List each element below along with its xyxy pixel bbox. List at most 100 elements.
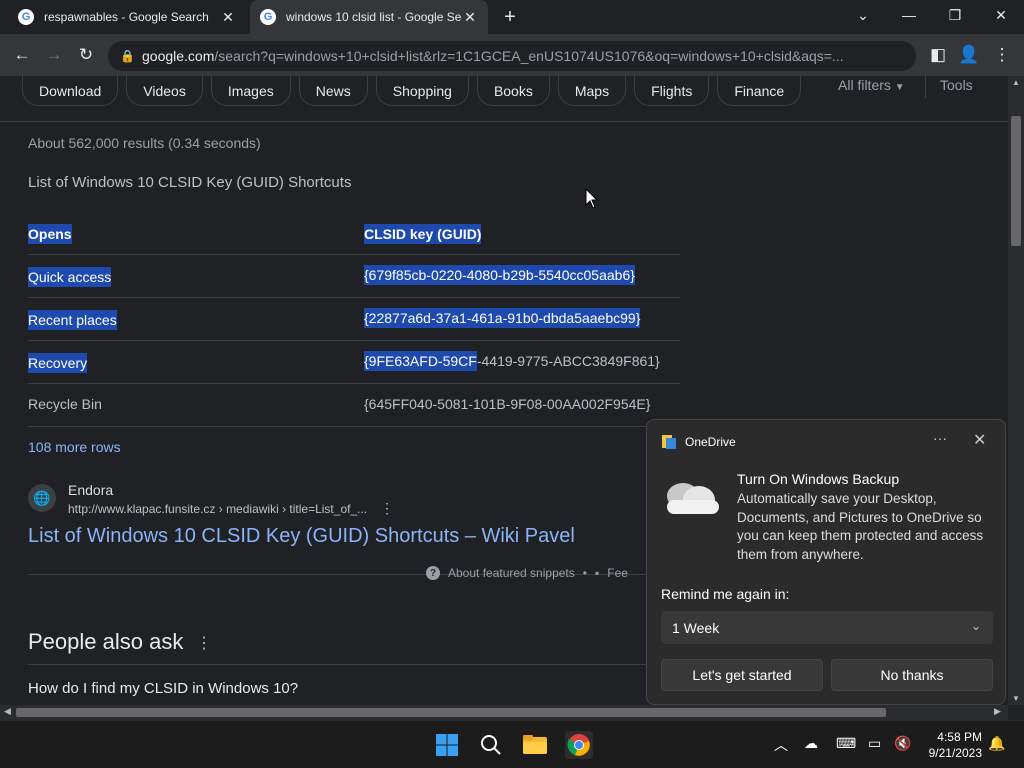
about-featured-snippets[interactable]: ? About featured snippets • ▪ Fee [426, 566, 628, 580]
paa-question[interactable]: How do I find my CLSID in Windows 10? [28, 680, 298, 697]
lets-get-started-button[interactable]: Let's get started [661, 659, 823, 691]
close-icon[interactable]: ✕ [973, 430, 986, 450]
result-title-link[interactable]: List of Windows 10 CLSID Key (GUID) Shor… [28, 525, 575, 548]
notification-title: Turn On Windows Backup [737, 471, 900, 487]
table-cell-guid: {9FE63AFD-59CF-4419-9775-ABCC3849F861} [364, 351, 660, 371]
chip-finance[interactable]: Finance [717, 76, 802, 106]
cloud-icon [667, 483, 719, 514]
chip-news[interactable]: News [298, 76, 368, 106]
google-g-icon: G [18, 9, 34, 25]
windows-start-icon[interactable] [433, 731, 461, 759]
scroll-right-icon[interactable]: ▶ [994, 706, 1001, 717]
all-filters-label: All filters [838, 77, 891, 93]
table-cell-guid: {22877a6d-37a1-461a-91b0-dbda5aaebc99} [364, 308, 641, 328]
table-cell-guid: {679f85cb-0220-4080-b29b-5540cc05aab6} [364, 265, 635, 285]
close-tab-icon[interactable]: ✕ [220, 9, 236, 26]
divider [0, 121, 1008, 122]
address-bar[interactable]: 🔒 google.com/search?q=windows+10+clsid+l… [108, 41, 916, 71]
tab-windows-clsid[interactable]: G windows 10 clsid list - Google Search … [250, 0, 488, 34]
notification-body: Automatically save your Desktop, Documen… [737, 491, 984, 562]
file-explorer-icon[interactable] [521, 731, 549, 759]
onedrive-notification: OneDrive ··· ✕ Turn On Windows Backup Au… [646, 419, 1006, 705]
tab-title: respawnables - Google Search [44, 10, 209, 24]
table-row: Recovery {9FE63AFD-59CF-4419-9775-ABCC38… [28, 341, 680, 384]
source-url[interactable]: http://www.klapac.funsite.cz › mediawiki… [68, 502, 367, 516]
chip-images[interactable]: Images [210, 76, 291, 106]
table-row: Recycle Bin {645FF040-5081-101B-9F08-00A… [28, 384, 680, 427]
chip-maps[interactable]: Maps [557, 76, 627, 106]
side-panel-icon[interactable]: ◧ [926, 43, 950, 67]
vertical-scroll-thumb[interactable] [1011, 116, 1021, 246]
table-header-row: Opens CLSID key (GUID) [28, 212, 680, 255]
table-cell-opens: Recovery [28, 353, 88, 373]
paa-menu-icon[interactable]: ⋮ [196, 633, 212, 653]
chip-videos[interactable]: Videos [126, 76, 203, 106]
chrome-taskbar-icon[interactable] [565, 731, 593, 759]
onedrive-tray-icon[interactable]: ☁ [804, 735, 818, 752]
chevron-down-icon: ⌄ [970, 619, 981, 633]
forward-button[interactable]: → [42, 43, 66, 67]
clock-date: 9/21/2023 [928, 746, 982, 760]
all-filters-button[interactable]: All filters ▼ [838, 77, 905, 93]
url-domain: google.com [142, 48, 215, 64]
google-g-icon: G [260, 9, 276, 25]
help-icon: ? [426, 566, 440, 580]
feedback-icon[interactable]: ▪ [595, 566, 599, 580]
back-button[interactable]: ← [10, 43, 34, 67]
filter-chips: Download Videos Images News Shopping Boo… [22, 76, 802, 106]
close-tab-icon[interactable]: ✕ [462, 9, 478, 26]
network-icon[interactable]: ▭ [868, 735, 881, 752]
more-options-icon[interactable]: ··· [933, 430, 947, 446]
chip-shopping[interactable]: Shopping [375, 76, 469, 106]
close-window-button[interactable]: ✕ [978, 0, 1024, 30]
tab-search-chevron-icon[interactable]: ⌄ [840, 0, 886, 30]
scroll-up-icon[interactable]: ▲ [1011, 78, 1021, 87]
tab-bar: G respawnables - Google Search ✕ G windo… [0, 0, 1024, 34]
no-thanks-button[interactable]: No thanks [831, 659, 993, 691]
notification-app-name: OneDrive [685, 435, 736, 449]
feedback-label[interactable]: Fee [607, 566, 628, 580]
source-site-name: Endora [68, 482, 114, 498]
more-rows-link[interactable]: 108 more rows [28, 439, 121, 455]
results-count: About 562,000 results (0.34 seconds) [28, 135, 261, 151]
featured-snippet-title: List of Windows 10 CLSID Key (GUID) Shor… [28, 174, 352, 191]
show-hidden-icons-chevron-icon[interactable]: ︿ [774, 735, 788, 755]
chrome-menu-icon[interactable]: ⋮ [990, 43, 1014, 67]
scroll-down-icon[interactable]: ▼ [1011, 694, 1021, 703]
table-cell-opens: Recent places [28, 310, 117, 330]
table-header-guid: CLSID key (GUID) [364, 224, 482, 244]
about-featured-snippets-label: About featured snippets [448, 566, 575, 580]
minimize-button[interactable]: — [886, 0, 932, 30]
volume-muted-icon[interactable]: 🔇 [894, 735, 911, 752]
search-icon[interactable] [477, 731, 505, 759]
divider [925, 76, 926, 98]
tab-respawnables[interactable]: G respawnables - Google Search ✕ [8, 0, 246, 34]
lock-icon[interactable]: 🔒 [120, 49, 135, 63]
new-tab-button[interactable]: + [500, 6, 520, 28]
vertical-scrollbar[interactable]: ▲ ▼ [1008, 76, 1024, 705]
notification-bell-icon[interactable]: 🔔 [988, 735, 1005, 752]
onedrive-icon [662, 435, 676, 449]
caret-down-icon: ▼ [894, 82, 905, 93]
keyboard-icon[interactable]: ⌨ [836, 735, 856, 752]
chip-download[interactable]: Download [22, 76, 119, 106]
tools-button[interactable]: Tools [940, 77, 973, 93]
windows-taskbar: ︿ ☁ ⌨ ▭ 🔇 4:58 PM 9/21/2023 🔔 [0, 720, 1024, 768]
reload-button[interactable]: ↻ [74, 43, 98, 67]
chip-books[interactable]: Books [476, 76, 550, 106]
restore-button[interactable]: ❐ [932, 0, 978, 30]
people-also-ask-heading: People also ask [28, 629, 184, 654]
remind-interval-select[interactable]: 1 Week ⌄ [661, 611, 993, 644]
horizontal-scroll-thumb[interactable] [16, 708, 886, 717]
profile-icon[interactable]: 👤 [957, 43, 981, 67]
system-clock[interactable]: 4:58 PM 9/21/2023 [922, 729, 982, 761]
result-menu-icon[interactable]: ⋮ [380, 500, 394, 517]
mouse-cursor-icon [585, 188, 599, 209]
chip-flights[interactable]: Flights [634, 76, 710, 106]
table-header-opens: Opens [28, 224, 72, 244]
bullet: • [582, 566, 587, 580]
table-cell-opens: Recycle Bin [28, 396, 102, 412]
horizontal-scrollbar[interactable]: ◀ ▶ [0, 705, 1008, 720]
scroll-left-icon[interactable]: ◀ [4, 706, 11, 717]
table-cell-guid: {645FF040-5081-101B-9F08-00AA002F954E} [364, 396, 651, 412]
